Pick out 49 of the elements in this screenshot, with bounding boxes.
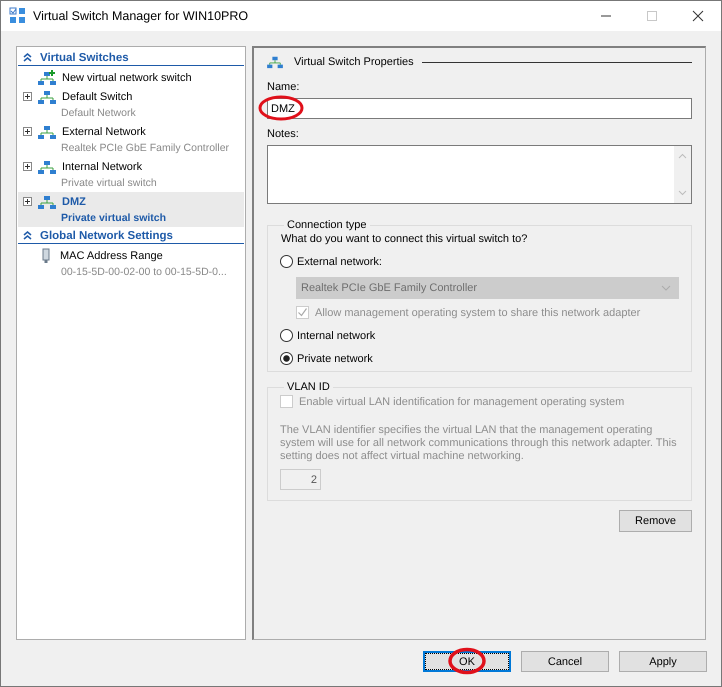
item-label: Internal Network	[62, 160, 142, 172]
group-title: VLAN ID	[286, 381, 331, 393]
section-header[interactable]: Virtual Switches	[18, 49, 244, 66]
notes-label: Notes:	[267, 128, 300, 142]
remove-button[interactable]: Remove	[619, 510, 692, 532]
name-field[interactable]: DMZ	[267, 98, 692, 119]
item-subtitle: 00-15-5D-00-02-00 to 00-15-5D-0...	[60, 265, 228, 280]
radio-circle[interactable]	[280, 352, 293, 365]
collapse-icon[interactable]	[23, 231, 32, 240]
radio-button[interactable]: Internal network	[280, 329, 679, 342]
section-title: Virtual Switches	[40, 52, 129, 64]
notes-field[interactable]	[267, 145, 692, 204]
section-header[interactable]: Global Network Settings	[18, 227, 244, 244]
panel-title: Virtual Switch Properties	[294, 56, 414, 68]
checkbox-label: Allow management operating system to share this network adapter	[315, 306, 640, 318]
window-title: Virtual Switch Manager for WIN10PRO	[33, 9, 248, 23]
radio-circle[interactable]	[280, 255, 293, 268]
radio-circle[interactable]	[280, 329, 293, 342]
sidebar-item[interactable]: New virtual network switch	[18, 68, 244, 87]
expand-icon[interactable]	[23, 197, 32, 206]
group-title: Connection type	[286, 219, 368, 231]
sidebar-item[interactable]: Default Switch Default Network	[18, 87, 244, 122]
item-label: DMZ	[62, 196, 86, 208]
item-subtitle: Default Network	[60, 106, 137, 121]
question-text: What do you want to connect this virtual switch to?	[281, 233, 528, 245]
radio-button[interactable]: External network:	[280, 255, 679, 268]
collapse-icon[interactable]	[23, 53, 32, 62]
sidebar-item[interactable]: DMZ Private virtual switch	[18, 192, 244, 227]
item-label: External Network	[62, 126, 146, 138]
close-icon[interactable]	[692, 10, 704, 22]
item-subtitle: Private virtual switch	[60, 211, 168, 226]
expand-icon[interactable]	[23, 92, 32, 101]
sidebar-item[interactable]: MAC Address Range 00-15-5D-00-02-00 to 00-15-5D-0...	[18, 246, 244, 281]
sidebar-item[interactable]: External Network Realtek PCIe GbE Family Controller	[18, 122, 244, 157]
name-label: Name:	[267, 81, 300, 95]
checkbox-label: Enable virtual LAN identification for management operating system	[299, 396, 624, 408]
item-label: Default Switch	[62, 90, 132, 102]
dialog-button[interactable]: Apply	[619, 651, 707, 672]
dialog-button[interactable]: Cancel	[521, 651, 609, 672]
expand-icon[interactable]	[23, 162, 32, 171]
item-label: New virtual network switch	[62, 72, 192, 84]
item-subtitle: Realtek PCIe GbE Family Controller	[60, 141, 230, 156]
radio-button[interactable]: Private network	[280, 352, 679, 365]
section-title: Global Network Settings	[40, 230, 173, 242]
sidebar-item[interactable]: Internal Network Private virtual switch	[18, 157, 244, 192]
expand-icon[interactable]	[23, 127, 32, 136]
description-text: The VLAN identifier specifies the virtual LAN that the management operating system will use for all network communications through this network adapter. This setting does not affect virtual machine networking.	[280, 424, 678, 463]
item-label: MAC Address Range	[60, 250, 163, 262]
item-subtitle: Private virtual switch	[60, 176, 158, 191]
